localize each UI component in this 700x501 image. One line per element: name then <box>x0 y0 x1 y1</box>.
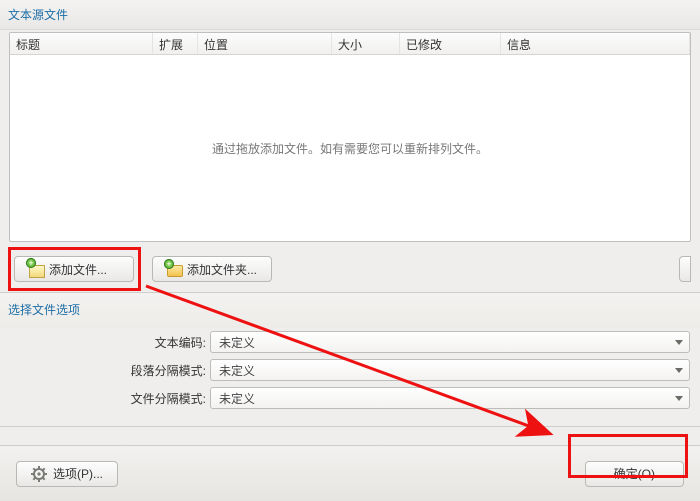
column-header-size[interactable]: 大小 <box>332 33 400 54</box>
column-header-info[interactable]: 信息 <box>501 33 690 54</box>
options-button[interactable]: 选项(P)... <box>16 461 118 487</box>
chevron-down-icon <box>675 340 683 345</box>
file-sep-select[interactable]: 未定义 <box>210 387 690 409</box>
file-sep-label: 文件分隔模式: <box>0 390 210 407</box>
file-sep-value: 未定义 <box>219 390 255 407</box>
encoding-label: 文本编码: <box>0 334 210 351</box>
column-header-ext[interactable]: 扩展 <box>153 33 198 54</box>
add-folder-button[interactable]: 添加文件夹... <box>152 256 272 282</box>
encoding-value: 未定义 <box>219 334 255 351</box>
add-file-button[interactable]: 添加文件... <box>14 256 134 282</box>
file-list-header: 标题 扩展 位置 大小 已修改 信息 <box>10 33 690 55</box>
bottom-toolbar: 选项(P)... 确定(O) <box>0 445 700 501</box>
add-file-icon <box>29 262 43 276</box>
encoding-select[interactable]: 未定义 <box>210 331 690 353</box>
options-label: 选项(P)... <box>53 465 103 482</box>
add-file-label: 添加文件... <box>49 261 107 278</box>
file-list-container: 标题 扩展 位置 大小 已修改 信息 通过拖放添加文件。如有需要您可以重新排列文… <box>9 32 691 242</box>
drop-placeholder-text: 通过拖放添加文件。如有需要您可以重新排列文件。 <box>212 140 488 157</box>
column-header-title[interactable]: 标题 <box>10 33 153 54</box>
add-folder-label: 添加文件夹... <box>187 261 257 278</box>
file-options-title: 选择文件选项 <box>0 293 700 328</box>
side-button-partial[interactable] <box>679 256 691 282</box>
ok-label: 确定(O) <box>614 465 655 482</box>
chevron-down-icon <box>675 368 683 373</box>
gear-icon <box>31 466 47 482</box>
source-files-title: 文本源文件 <box>0 0 700 30</box>
paragraph-sep-value: 未定义 <box>219 362 255 379</box>
paragraph-sep-label: 段落分隔模式: <box>0 362 210 379</box>
ok-button[interactable]: 确定(O) <box>585 461 684 487</box>
column-header-modified[interactable]: 已修改 <box>400 33 501 54</box>
file-options-form: 文本编码: 未定义 段落分隔模式: 未定义 文件分隔模式: 未定义 <box>0 328 700 427</box>
chevron-down-icon <box>675 396 683 401</box>
file-drop-area[interactable]: 通过拖放添加文件。如有需要您可以重新排列文件。 <box>10 55 690 241</box>
column-header-location[interactable]: 位置 <box>198 33 332 54</box>
add-folder-icon <box>167 262 181 276</box>
file-buttons-row: 添加文件... 添加文件夹... <box>0 242 700 292</box>
paragraph-sep-select[interactable]: 未定义 <box>210 359 690 381</box>
